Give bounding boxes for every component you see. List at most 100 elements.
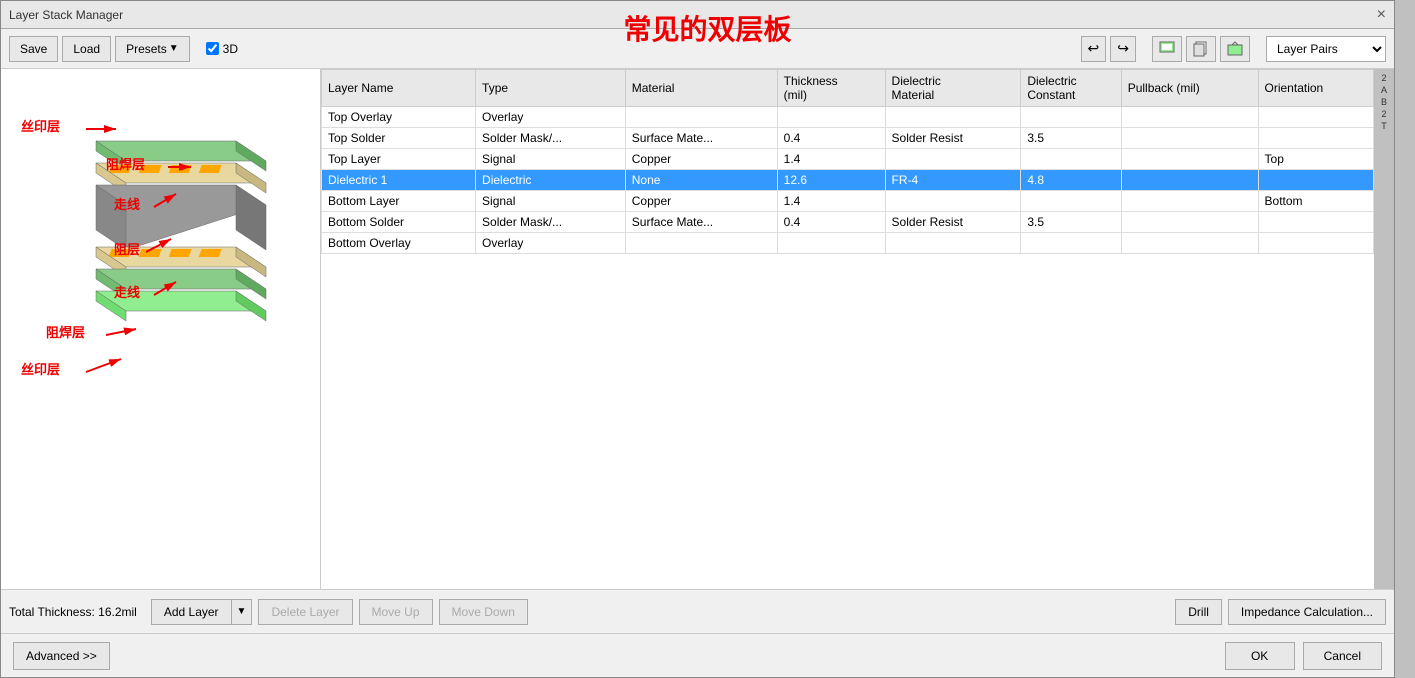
table-cell-dielectric_material: Solder Resist <box>885 128 1021 149</box>
bottom-toolbar: Total Thickness: 16.2mil Add Layer ▼ Del… <box>1 589 1394 633</box>
svg-text:丝印层: 丝印层 <box>21 362 60 377</box>
table-cell-dielectric_material <box>885 149 1021 170</box>
table-cell-dielectric_constant <box>1021 191 1121 212</box>
table-cell-dielectric_constant <box>1021 107 1121 128</box>
export-button[interactable] <box>1220 36 1250 62</box>
side-num-4: 2 <box>1381 109 1386 119</box>
table-cell-layer_name: Top Overlay <box>322 107 476 128</box>
table-cell-dielectric_material: FR-4 <box>885 170 1021 191</box>
table-cell-pullback_mil <box>1121 233 1258 254</box>
table-scroll[interactable]: Layer Name Type Material Thickness(mil) … <box>321 69 1374 589</box>
table-cell-type: Dielectric <box>476 170 626 191</box>
table-cell-layer_name: Bottom Layer <box>322 191 476 212</box>
add-layer-button[interactable]: Add Layer <box>151 599 232 625</box>
table-cell-pullback_mil <box>1121 170 1258 191</box>
table-row[interactable]: Top LayerSignalCopper1.4Top <box>322 149 1374 170</box>
import-button[interactable] <box>1152 36 1182 62</box>
layer-table: Layer Name Type Material Thickness(mil) … <box>321 69 1374 254</box>
main-content: 丝印层 阻焊层 走线 阻层 走线 阻焊层 丝印层 <box>1 69 1394 589</box>
table-cell-thickness_mil: 0.4 <box>777 128 885 149</box>
table-row[interactable]: Bottom OverlayOverlay <box>322 233 1374 254</box>
table-cell-dielectric_constant: 3.5 <box>1021 212 1121 233</box>
three-d-checkbox[interactable] <box>206 42 219 55</box>
load-button[interactable]: Load <box>62 36 111 62</box>
impedance-button[interactable]: Impedance Calculation... <box>1228 599 1386 625</box>
table-cell-dielectric_material <box>885 191 1021 212</box>
toolbar: Save Load Presets ▼ 3D ↩ ↪ Laye <box>1 29 1394 69</box>
copy-button[interactable] <box>1186 36 1216 62</box>
delete-layer-button[interactable]: Delete Layer <box>258 599 352 625</box>
table-row[interactable]: Bottom SolderSolder Mask/...Surface Mate… <box>322 212 1374 233</box>
dialog-title: Layer Stack Manager <box>9 8 123 22</box>
three-d-checkbox-label[interactable]: 3D <box>206 42 238 56</box>
table-row[interactable]: Dielectric 1DielectricNone12.6FR-44.8 <box>322 170 1374 191</box>
side-num-1: 2 <box>1381 73 1386 83</box>
table-cell-dielectric_constant <box>1021 149 1121 170</box>
footer-right: OK Cancel <box>1225 642 1382 670</box>
table-cell-thickness_mil: 1.4 <box>777 149 885 170</box>
table-cell-orientation <box>1258 170 1373 191</box>
table-cell-orientation: Top <box>1258 149 1373 170</box>
titlebar: Layer Stack Manager × <box>1 1 1394 29</box>
side-num-3: B <box>1381 97 1387 107</box>
presets-arrow-icon: ▼ <box>169 43 179 54</box>
right-panel: Layer Name Type Material Thickness(mil) … <box>321 69 1374 589</box>
table-row[interactable]: Top SolderSolder Mask/...Surface Mate...… <box>322 128 1374 149</box>
table-row[interactable]: Bottom LayerSignalCopper1.4Bottom <box>322 191 1374 212</box>
footer: Advanced >> OK Cancel <box>1 633 1394 677</box>
add-layer-wrap: Add Layer ▼ <box>151 599 253 625</box>
layer-diagram-svg: 丝印层 阻焊层 走线 阻层 走线 阻焊层 丝印层 <box>6 79 306 459</box>
table-cell-dielectric_material <box>885 107 1021 128</box>
svg-text:阻焊层: 阻焊层 <box>106 157 145 172</box>
table-cell-layer_name: Top Solder <box>322 128 476 149</box>
drill-button[interactable]: Drill <box>1175 599 1222 625</box>
table-cell-thickness_mil <box>777 233 885 254</box>
right-side-panel: 2 A B 2 T <box>1374 69 1394 589</box>
table-cell-type: Signal <box>476 191 626 212</box>
table-cell-orientation: Bottom <box>1258 191 1373 212</box>
undo-button[interactable]: ↩ <box>1081 36 1107 62</box>
save-button[interactable]: Save <box>9 36 58 62</box>
table-cell-material <box>625 233 777 254</box>
table-cell-pullback_mil <box>1121 107 1258 128</box>
left-panel: 丝印层 阻焊层 走线 阻层 走线 阻焊层 丝印层 <box>1 69 321 589</box>
table-cell-dielectric_material <box>885 233 1021 254</box>
add-layer-arrow-button[interactable]: ▼ <box>232 599 253 625</box>
close-button[interactable]: × <box>1377 7 1386 23</box>
cancel-button[interactable]: Cancel <box>1303 642 1382 670</box>
table-cell-pullback_mil <box>1121 212 1258 233</box>
table-cell-material <box>625 107 777 128</box>
dialog-window: Layer Stack Manager × Save Load Presets … <box>0 0 1395 678</box>
side-num-5: T <box>1381 121 1387 131</box>
redo-button[interactable]: ↪ <box>1110 36 1136 62</box>
table-cell-dielectric_constant: 3.5 <box>1021 128 1121 149</box>
table-cell-type: Overlay <box>476 233 626 254</box>
ok-button[interactable]: OK <box>1225 642 1295 670</box>
table-cell-orientation <box>1258 233 1373 254</box>
table-cell-material: Surface Mate... <box>625 212 777 233</box>
move-down-button[interactable]: Move Down <box>439 599 528 625</box>
table-cell-thickness_mil <box>777 107 885 128</box>
col-pullback: Pullback (mil) <box>1121 70 1258 107</box>
advanced-button[interactable]: Advanced >> <box>13 642 110 670</box>
table-cell-layer_name: Bottom Overlay <box>322 233 476 254</box>
col-dielectric-material: DielectricMaterial <box>885 70 1021 107</box>
table-body: Top OverlayOverlayTop SolderSolder Mask/… <box>322 107 1374 254</box>
table-cell-thickness_mil: 0.4 <box>777 212 885 233</box>
col-layer-name: Layer Name <box>322 70 476 107</box>
toolbar-right: ↩ ↪ Layer Pairs <box>1081 36 1386 62</box>
table-cell-type: Signal <box>476 149 626 170</box>
table-cell-layer_name: Top Layer <box>322 149 476 170</box>
svg-text:走线: 走线 <box>114 197 140 212</box>
table-cell-orientation <box>1258 107 1373 128</box>
table-cell-pullback_mil <box>1121 149 1258 170</box>
col-material: Material <box>625 70 777 107</box>
move-up-button[interactable]: Move Up <box>359 599 433 625</box>
table-cell-dielectric_constant: 4.8 <box>1021 170 1121 191</box>
layer-pairs-select[interactable]: Layer Pairs <box>1266 36 1386 62</box>
presets-button[interactable]: Presets ▼ <box>115 36 190 62</box>
bottom-right: Drill Impedance Calculation... <box>1175 599 1386 625</box>
side-num-2: A <box>1381 85 1387 95</box>
table-row[interactable]: Top OverlayOverlay <box>322 107 1374 128</box>
svg-text:阻焊层: 阻焊层 <box>46 325 85 340</box>
